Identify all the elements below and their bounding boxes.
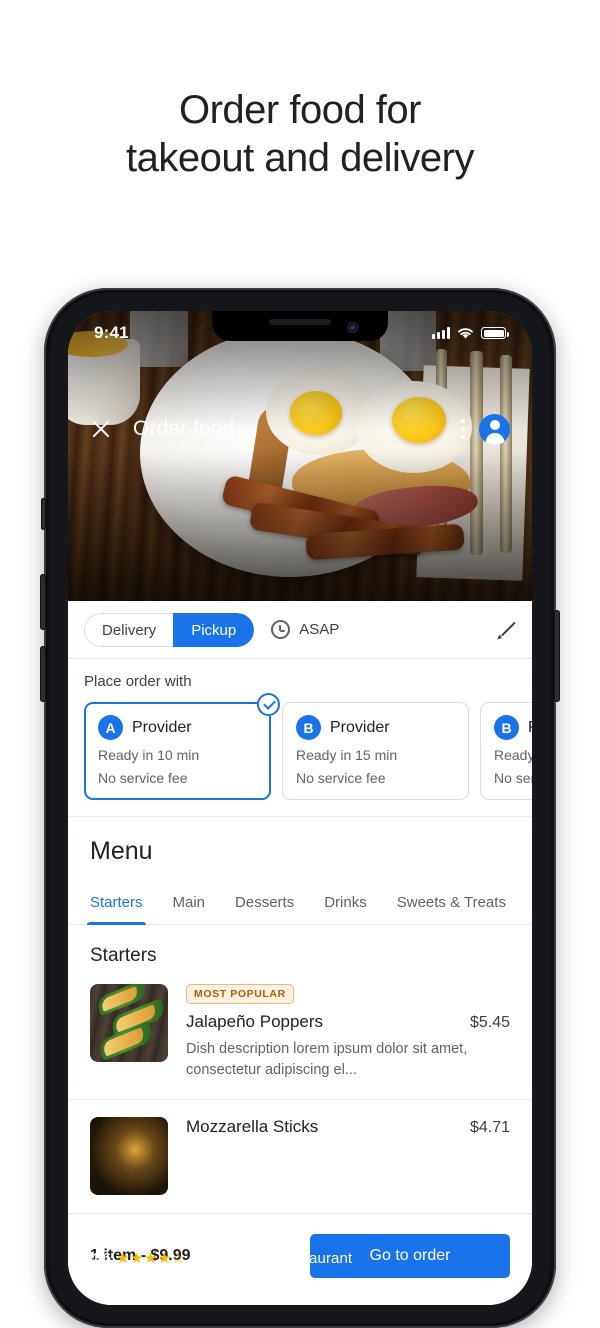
close-icon[interactable] <box>90 418 112 440</box>
status-time: 9:41 <box>94 323 129 342</box>
rating-value: 4.6 <box>90 1249 112 1267</box>
rating-stars-full: ★★★★ <box>116 1250 172 1267</box>
restaurant-category: Restaurant <box>277 1249 353 1267</box>
restaurant-meta: 4.6 ★★★★☆ (1,349) • $ • Restaurant <box>90 1249 353 1268</box>
phone-volume-up-button[interactable] <box>40 574 46 630</box>
provider-fee: No service fee <box>296 770 386 786</box>
providers-carousel[interactable]: A Provider Ready in 10 min No service fe… <box>84 693 532 800</box>
order-time-value[interactable]: ASAP <box>299 621 339 638</box>
menu-item-details: Mozzarella Sticks $4.71 <box>186 1117 510 1195</box>
rating-star-half: ☆ <box>171 1250 186 1267</box>
menu-tabs: Starters Main Desserts Drinks Sweets & T… <box>68 882 532 925</box>
menu-item-description: Dish description lorem ipsum dolor sit a… <box>186 1041 468 1078</box>
providers-section: Place order with A Provider Ready in 10 … <box>68 659 532 817</box>
order-sheet: Delivery Pickup ASAP Place order with A … <box>68 601 532 1305</box>
page-headline: Order food for takeout and delivery <box>0 86 600 182</box>
tab-drinks[interactable]: Drinks <box>324 882 367 924</box>
hero-bottom-scrim <box>68 451 532 601</box>
wifi-icon <box>458 327 473 339</box>
provider-fee: No service f <box>494 770 532 786</box>
front-camera <box>347 322 358 333</box>
restaurant-address: 480 Cast Street, CA 94040 <box>90 1272 271 1289</box>
pencil-edit-icon[interactable] <box>496 620 516 640</box>
mozzarella-sticks-photo <box>90 1117 168 1195</box>
provider-name: Provider <box>132 718 192 736</box>
restaurant-header: Mo’s Diner 4.6 ★★★★☆ (1,349) • $ • Resta… <box>90 1210 352 1289</box>
rating-stars: ★★★★☆ <box>116 1249 185 1267</box>
delivery-option[interactable]: Delivery <box>84 612 174 647</box>
tab-starters[interactable]: Starters <box>87 882 146 925</box>
phone-screen: 9:41 Order food Mo’s Diner 4.6 ★★★★☆ (1,… <box>68 311 532 1305</box>
provider-header: A Provider <box>98 715 257 740</box>
jalapeno-poppers-photo <box>90 984 168 1062</box>
menu-item-details: MOST POPULAR Jalapeño Poppers $5.45 Dish… <box>186 984 510 1081</box>
provider-ready-time: Ready in 10 min <box>98 747 200 763</box>
menu-item-price: $5.45 <box>469 1014 510 1031</box>
provider-header: B Provid <box>494 715 532 740</box>
phone-notch <box>212 311 388 341</box>
phone-volume-down-button[interactable] <box>40 646 46 702</box>
phone-power-button[interactable] <box>554 610 560 702</box>
most-popular-badge: MOST POPULAR <box>186 984 294 1004</box>
phone-mockup: 9:41 Order food Mo’s Diner 4.6 ★★★★☆ (1,… <box>40 288 560 1328</box>
menu-item-title-row: Mozzarella Sticks $4.71 <box>186 1117 510 1137</box>
provider-ready-time: Ready in 15 min <box>296 747 398 763</box>
tab-main[interactable]: Main <box>173 882 206 924</box>
provider-ready-time: Ready in 15 <box>494 747 532 763</box>
status-icons <box>432 327 509 340</box>
battery-icon <box>481 327 509 339</box>
provider-badge: B <box>494 715 519 740</box>
tab-desserts[interactable]: Desserts <box>235 882 294 924</box>
menu-item-row[interactable]: Mozzarella Sticks $4.71 <box>68 1100 532 1214</box>
tab-sweets-treats[interactable]: Sweets & Treats <box>397 882 506 924</box>
earpiece-speaker <box>269 319 331 325</box>
phone-mute-switch[interactable] <box>41 498 46 530</box>
provider-card[interactable]: B Provider Ready in 15 min No service fe… <box>282 702 469 800</box>
app-bar-actions <box>461 413 510 445</box>
review-count: (1,349) <box>190 1249 239 1267</box>
app-bar: Order food <box>68 407 532 451</box>
provider-header: B Provider <box>296 715 455 740</box>
pickup-option[interactable]: Pickup <box>173 612 255 647</box>
clock-icon <box>271 620 291 639</box>
menu-item-title-row: Jalapeño Poppers $5.45 <box>186 1012 510 1032</box>
menu-item-price: $4.71 <box>469 1119 510 1136</box>
menu-item-row[interactable]: MOST POPULAR Jalapeño Poppers $5.45 Dish… <box>68 967 532 1100</box>
headline-line-2: takeout and delivery <box>125 136 475 180</box>
account-avatar-icon[interactable] <box>479 413 510 445</box>
provider-fee: No service fee <box>98 770 188 786</box>
provider-name: Provider <box>330 718 390 736</box>
meta-separator-2: • <box>267 1249 273 1267</box>
provider-badge: B <box>296 715 321 740</box>
headline-line-1: Order food for <box>178 88 422 132</box>
menu-heading: Menu <box>90 837 153 865</box>
provider-badge: A <box>98 715 123 740</box>
delivery-pickup-toggle: Delivery Pickup <box>84 612 255 647</box>
menu-item-name: Jalapeño Poppers <box>186 1012 324 1031</box>
check-circle-icon <box>257 693 280 716</box>
order-mode-row: Delivery Pickup ASAP <box>68 601 532 659</box>
providers-label: Place order with <box>84 673 192 690</box>
price-level: $ <box>254 1249 263 1267</box>
app-bar-title: Order food <box>133 417 235 440</box>
menu-item-name: Mozzarella Sticks <box>186 1117 319 1136</box>
menu-category-title: Starters <box>90 945 157 966</box>
provider-card[interactable]: B Provid Ready in 15 No service f <box>480 702 532 800</box>
provider-name: Provid <box>528 719 532 737</box>
cellular-signal-icon <box>432 327 450 339</box>
more-vert-icon[interactable] <box>461 419 465 439</box>
restaurant-name: Mo’s Diner <box>90 1210 225 1241</box>
provider-card[interactable]: A Provider Ready in 10 min No service fe… <box>84 693 280 800</box>
meta-separator-1: • <box>243 1249 249 1267</box>
